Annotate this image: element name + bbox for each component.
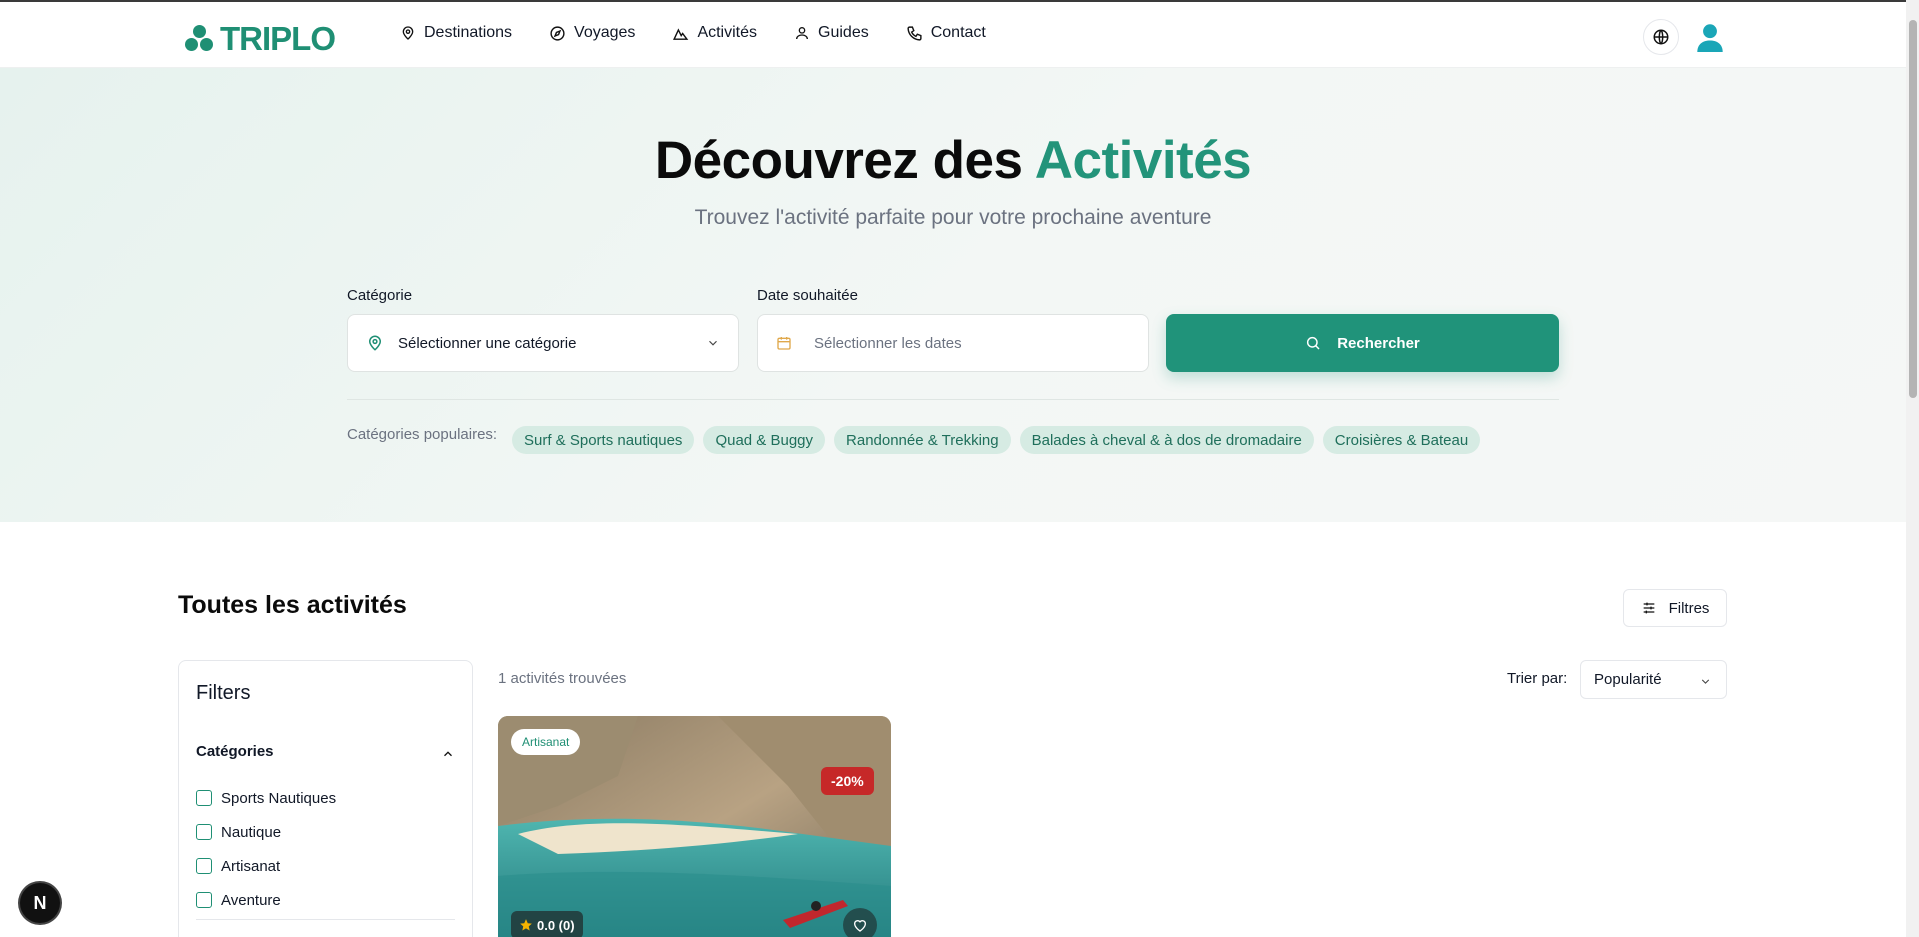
popular-categories: Surf & Sports nautiques Quad & Buggy Ran… xyxy=(512,426,1489,454)
nav-label: Activités xyxy=(697,24,758,41)
categories-heading[interactable]: Catégories xyxy=(196,743,274,760)
category-select-value: Sélectionner une catégorie xyxy=(398,334,577,352)
category-option[interactable]: Aventure xyxy=(196,883,336,917)
category-option-label: Nautique xyxy=(221,823,282,841)
person-icon xyxy=(796,27,809,40)
nav-guides[interactable]: Guides xyxy=(794,24,869,42)
rating-badge: 0.0 (0) xyxy=(511,911,583,937)
checkbox[interactable] xyxy=(196,858,212,874)
category-option[interactable]: Artisanat xyxy=(196,849,336,883)
nav-label: Destinations xyxy=(424,24,513,41)
popular-chip[interactable]: Randonnée & Trekking xyxy=(834,426,1011,454)
nav-label: Voyages xyxy=(574,24,636,41)
globe-icon xyxy=(1653,29,1669,45)
search-button[interactable]: Rechercher xyxy=(1166,314,1559,372)
language-button[interactable] xyxy=(1643,19,1679,55)
hero-title-accent: Activités xyxy=(1034,131,1252,190)
site-header: TRIPLO Destinations Voyages Activités Gu… xyxy=(0,2,1906,68)
rating-value: 0.0 (0) xyxy=(537,917,575,933)
hero-divider xyxy=(347,399,1559,400)
calendar-icon xyxy=(777,337,791,350)
filters-sidebar: Filters Catégories Sports Nautiques Naut… xyxy=(178,660,473,937)
nav-label: Contact xyxy=(930,24,986,41)
checkbox[interactable] xyxy=(196,892,212,908)
category-option[interactable]: Sports Nautiques xyxy=(196,781,336,815)
category-option[interactable]: Nautique xyxy=(196,815,336,849)
date-picker[interactable]: Sélectionner les dates xyxy=(757,314,1149,372)
checkbox[interactable] xyxy=(196,824,212,840)
sort-select-value: Popularité xyxy=(1594,671,1662,688)
nav-label: Guides xyxy=(818,24,869,41)
logo-mark-icon xyxy=(184,23,216,55)
chevron-up-icon[interactable] xyxy=(441,747,455,761)
hero-title: Découvrez des Activités xyxy=(0,130,1906,191)
popular-chip[interactable]: Surf & Sports nautiques xyxy=(512,426,695,454)
star-icon xyxy=(520,919,532,931)
sort-label: Trier par: xyxy=(1507,670,1568,687)
category-select[interactable]: Sélectionner une catégorie xyxy=(347,314,739,372)
results-count: 1 activités trouvées xyxy=(498,670,627,687)
category-option-label: Sports Nautiques xyxy=(221,789,337,807)
compass-icon xyxy=(550,25,565,41)
logo[interactable]: TRIPLO xyxy=(184,20,336,58)
nav-voyages[interactable]: Voyages xyxy=(549,24,635,42)
category-label: Catégorie xyxy=(347,287,413,304)
popular-chip[interactable]: Quad & Buggy xyxy=(703,426,826,454)
search-button-label: Rechercher xyxy=(1337,334,1420,352)
date-label: Date souhaitée xyxy=(757,287,858,304)
logo-text: TRIPLO xyxy=(220,20,336,57)
date-picker-placeholder: Sélectionner les dates xyxy=(814,334,962,352)
hero-section: Découvrez des Activités Trouvez l'activi… xyxy=(0,68,1906,522)
heart-icon xyxy=(853,920,867,932)
sidebar-title: Filters xyxy=(196,682,251,704)
category-badge: Artisanat xyxy=(511,729,581,755)
chevron-down-icon xyxy=(709,340,717,346)
dev-tools-button[interactable]: N xyxy=(20,883,60,923)
section-title: Toutes les activités xyxy=(178,591,407,619)
phone-icon xyxy=(907,25,922,41)
categories-list: Sports Nautiques Nautique Artisanat Aven… xyxy=(196,781,336,917)
popular-categories-label: Catégories populaires: xyxy=(347,426,498,443)
filters-button-label: Filtres xyxy=(1668,599,1710,617)
scrollbar-thumb[interactable] xyxy=(1909,20,1917,398)
nav-activites[interactable]: Activités xyxy=(672,24,757,42)
filters-button[interactable]: Filtres xyxy=(1623,589,1727,627)
activity-card[interactable]: Artisanat -20% 0.0 (0) xyxy=(498,716,891,937)
account-button[interactable] xyxy=(1692,19,1728,55)
popular-chip[interactable]: Balades à cheval & à dos de dromadaire xyxy=(1019,426,1314,454)
favorite-button[interactable] xyxy=(843,908,877,937)
sidebar-divider xyxy=(196,919,455,920)
sort-select[interactable]: Popularité xyxy=(1580,660,1727,699)
scrollbar[interactable] xyxy=(1906,0,1919,937)
category-option-label: Artisanat xyxy=(221,857,281,875)
sliders-icon xyxy=(1643,602,1654,614)
nav-contact[interactable]: Contact xyxy=(906,24,986,42)
mountain-icon xyxy=(673,27,689,40)
map-pin-icon xyxy=(368,335,382,351)
main-nav: Destinations Voyages Activités Guides Co… xyxy=(400,24,1023,42)
chevron-down-icon xyxy=(1701,679,1710,684)
popular-chip[interactable]: Croisières & Bateau xyxy=(1322,426,1481,454)
search-icon xyxy=(1307,336,1320,350)
category-option-label: Aventure xyxy=(221,891,281,909)
hero-title-main: Découvrez des xyxy=(654,131,1035,190)
nav-destinations[interactable]: Destinations xyxy=(400,24,512,42)
map-pin-icon xyxy=(402,26,414,40)
discount-badge: -20% xyxy=(821,767,874,795)
user-avatar-icon xyxy=(1697,24,1723,52)
hero-subtitle: Trouvez l'activité parfaite pour votre p… xyxy=(694,206,1212,229)
checkbox[interactable] xyxy=(196,790,212,806)
dev-badge-letter: N xyxy=(33,892,47,913)
